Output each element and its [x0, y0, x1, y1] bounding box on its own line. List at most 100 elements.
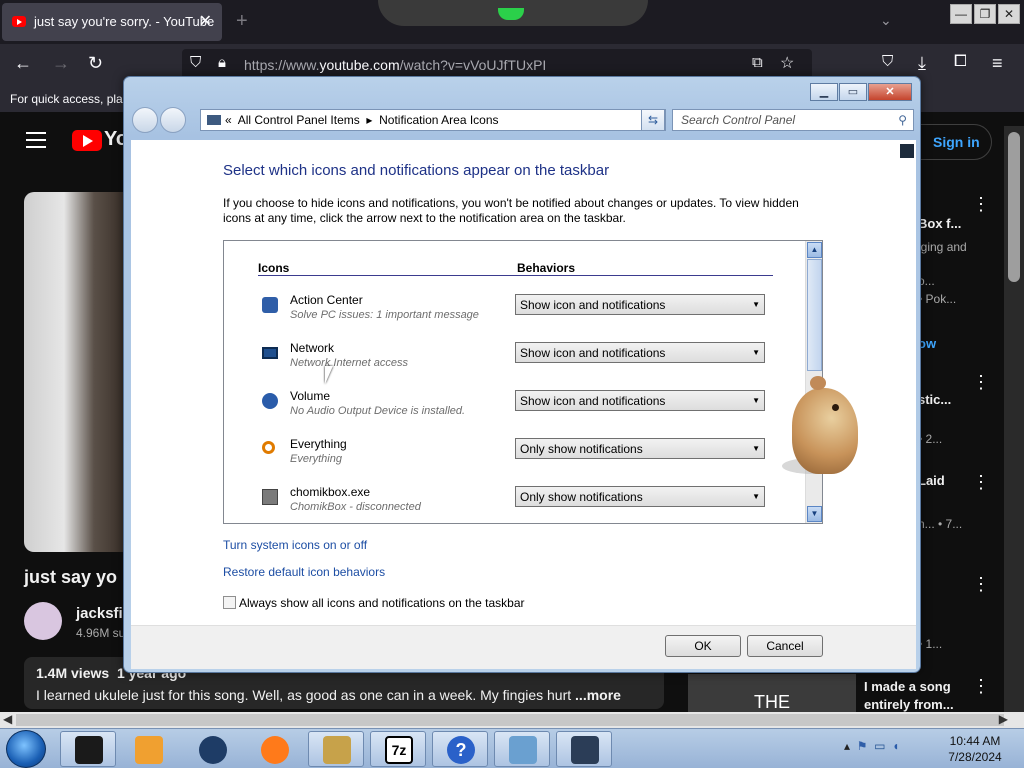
description-text: I learned ukulele just for this song. We… — [36, 687, 572, 703]
minimize-button[interactable]: — — [950, 4, 972, 24]
menu-icon[interactable]: ≡ — [992, 53, 1003, 74]
firefox-icon — [261, 736, 289, 764]
search-icon[interactable]: ⚲ — [898, 113, 907, 127]
taskbar-firefox-app[interactable] — [246, 731, 302, 767]
taskbar-network-app[interactable] — [494, 731, 550, 767]
network-tray-icon[interactable]: ▭ — [874, 739, 885, 753]
refresh-button[interactable]: ⇆ — [641, 109, 665, 131]
channel-name[interactable]: jacksfi — [76, 605, 123, 622]
lock-icon[interactable]: 🔒︎ — [218, 54, 226, 71]
checkbox-box[interactable] — [223, 596, 236, 609]
shield-icon[interactable]: ⛉ — [190, 54, 201, 71]
more-options-icon[interactable]: ⋮ — [972, 472, 990, 493]
behavior-select[interactable]: Show icon and notifications ▼ — [515, 390, 765, 411]
youtube-logo-icon[interactable] — [72, 130, 102, 151]
help-icon: ? — [447, 736, 475, 764]
maximize-button[interactable]: ▭ — [839, 83, 867, 101]
more-options-icon[interactable]: ⋮ — [972, 194, 990, 215]
more-link[interactable]: ...more — [575, 687, 621, 703]
show-hidden-icons-icon[interactable]: ▴ — [844, 739, 850, 753]
window-caption-buttons: ▁ ▭ ✕ — [810, 83, 912, 101]
chevron-down-icon: ▼ — [752, 396, 760, 405]
scrollbar-thumb[interactable] — [807, 259, 822, 371]
video-player[interactable] — [24, 192, 124, 552]
forward-icon[interactable]: → — [52, 53, 70, 74]
horizontal-scrollbar[interactable]: ◀ ▶ — [0, 712, 1024, 728]
side-title[interactable]: Box f... — [918, 216, 961, 231]
taskbar-screen-app[interactable] — [556, 731, 612, 767]
channel-subscribers: 4.96M su — [76, 626, 126, 640]
pocket-icon[interactable]: ⛉ — [882, 53, 893, 70]
scroll-up-icon[interactable]: ▲ — [807, 242, 822, 258]
video-title: just say yo — [24, 567, 118, 587]
taskbar-7zip-app[interactable]: 7z — [370, 731, 426, 767]
more-options-icon[interactable]: ⋮ — [972, 574, 990, 595]
behavior-select[interactable]: Only show notifications ▼ — [515, 486, 765, 507]
downloads-icon[interactable]: ⤓ — [918, 53, 926, 74]
taskbar-clock[interactable]: 10:44 AM 7/28/2024 — [940, 733, 1010, 765]
scroll-left-icon[interactable]: ◀ — [3, 712, 12, 726]
ok-button[interactable]: OK — [665, 635, 741, 657]
restore-defaults-link[interactable]: Restore default icon behaviors — [223, 565, 385, 579]
globe-icon — [199, 736, 227, 764]
minimize-button[interactable]: ▁ — [810, 83, 838, 101]
side-sub: • Pok... — [918, 292, 957, 306]
channel-avatar[interactable] — [24, 602, 62, 640]
forward-button[interactable] — [160, 107, 186, 133]
bookmark-star-icon[interactable]: ☆ — [780, 53, 794, 73]
browser-tab[interactable]: just say you're sorry. - YouTube ✕ — [2, 3, 222, 41]
chevron-down-icon: ▼ — [752, 492, 760, 501]
tab-title: just say you're sorry. - YouTube — [34, 14, 215, 29]
side-title[interactable]: Laid — [918, 473, 945, 488]
behavior-select[interactable]: Show icon and notifications ▼ — [515, 342, 765, 363]
list-all-tabs-icon[interactable]: ⌄ — [880, 12, 892, 29]
start-button[interactable] — [6, 730, 46, 768]
tab-close-icon[interactable]: ✕ — [199, 11, 212, 31]
address-bar[interactable]: « All Control Panel Items ▸ Notification… — [200, 109, 666, 131]
action-center-tray-icon[interactable]: ⚑ — [857, 739, 868, 753]
search-control-panel-input[interactable]: Search Control Panel ⚲ — [672, 109, 914, 131]
volume-icon — [262, 393, 278, 409]
guide-menu-icon[interactable] — [26, 132, 46, 148]
always-show-checkbox[interactable]: Always show all icons and notifications … — [223, 596, 525, 610]
breadcrumb-current[interactable]: Notification Area Icons — [379, 113, 498, 127]
close-button[interactable]: ✕ — [868, 83, 912, 101]
taskbar-terminal-app[interactable] — [60, 731, 116, 767]
taskbar-help-app[interactable]: ? — [432, 731, 488, 767]
recommended-thumbnail[interactable]: THE — [688, 674, 856, 714]
side-title[interactable]: stic... — [918, 392, 951, 407]
list-item: Network Network Internet access Show ico… — [262, 341, 772, 381]
turn-system-icons-link[interactable]: Turn system icons on or off — [223, 538, 367, 552]
recommended-title[interactable]: I made a song entirely from... — [864, 678, 954, 714]
notification-area: ▴ ⚑ ▭ ◖ — [844, 739, 899, 753]
url-text[interactable]: https://www.youtube.com/watch?v=vVoUJfTU… — [244, 57, 546, 73]
scroll-down-icon[interactable]: ▼ — [807, 506, 822, 522]
column-header-behaviors: Behaviors — [517, 261, 576, 275]
taskbar-chomikbox-app[interactable] — [308, 731, 364, 767]
media-player-icon — [135, 736, 163, 764]
volume-tray-icon[interactable]: ◖ — [892, 739, 899, 753]
close-button[interactable]: ✕ — [998, 4, 1020, 24]
back-button[interactable] — [132, 107, 158, 133]
terminal-icon — [75, 736, 103, 764]
reload-icon[interactable]: ↻ — [88, 53, 103, 74]
icons-list: Icons Behaviors Action Center Solve PC i… — [223, 240, 823, 524]
cancel-button[interactable]: Cancel — [747, 635, 823, 657]
taskbar-globe-app[interactable] — [184, 731, 240, 767]
behavior-select[interactable]: Show icon and notifications ▼ — [515, 294, 765, 315]
restore-button[interactable]: ❐ — [974, 4, 996, 24]
picture-in-picture-icon[interactable]: ⧉ — [752, 54, 763, 71]
more-options-icon[interactable]: ⋮ — [972, 676, 990, 697]
page-scrollbar[interactable] — [1004, 126, 1024, 712]
more-options-icon[interactable]: ⋮ — [972, 372, 990, 393]
scroll-right-icon[interactable]: ▶ — [999, 712, 1008, 726]
view-count: 1.4M views — [36, 665, 110, 681]
page-title: Select which icons and notifications app… — [223, 162, 610, 179]
breadcrumb-root[interactable]: All Control Panel Items — [238, 113, 360, 127]
extensions-icon[interactable]: ⧠ — [954, 53, 967, 71]
hamster-pet[interactable] — [782, 374, 866, 478]
taskbar-media-player-app[interactable] — [120, 731, 176, 767]
behavior-select[interactable]: Only show notifications ▼ — [515, 438, 765, 459]
back-icon[interactable]: ← — [14, 53, 32, 74]
new-tab-button[interactable]: + — [236, 10, 248, 33]
